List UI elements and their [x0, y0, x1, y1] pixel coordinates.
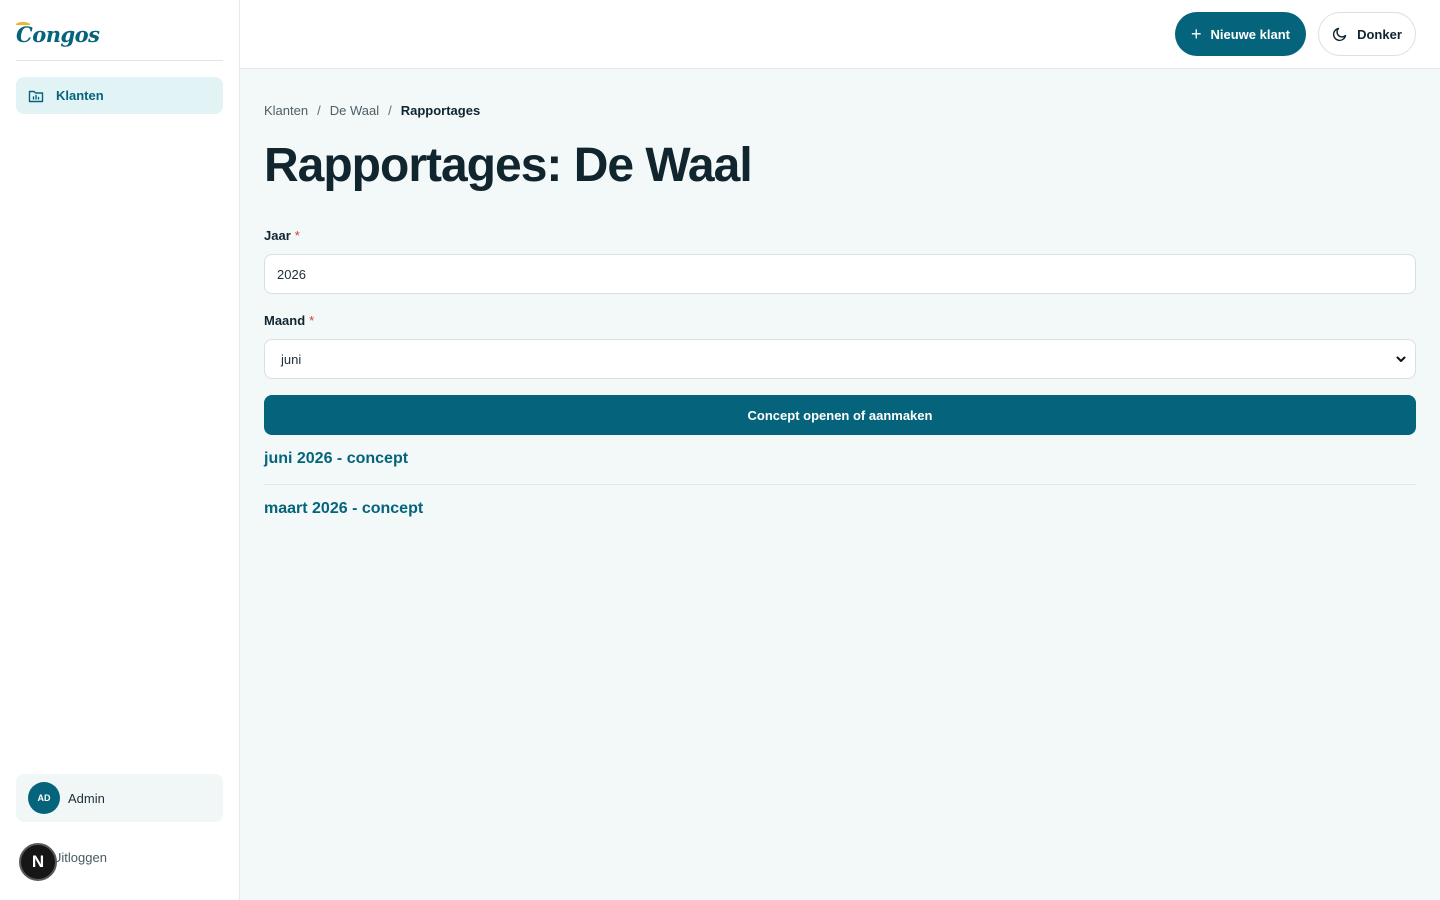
year-label: Jaar * [264, 228, 300, 243]
sidebar-item-klanten[interactable]: Klanten [16, 77, 223, 114]
year-input-value: 2026 [277, 266, 306, 282]
page-title: Rapportages: De Waal [264, 139, 753, 192]
plus-icon: + [1191, 24, 1202, 44]
sidebar-item-label: Klanten [56, 88, 104, 103]
year-input[interactable]: 2026 [264, 254, 1416, 294]
folder-chart-icon [28, 88, 44, 104]
breadcrumb-separator: / [388, 103, 392, 118]
year-label-text: Jaar [264, 228, 291, 243]
theme-toggle-label: Donker [1357, 26, 1402, 42]
month-label: Maand * [264, 313, 314, 328]
user-name: Admin [68, 790, 105, 806]
topbar: + Nieuwe klant Donker [240, 0, 1440, 69]
user-card[interactable]: AD Admin [16, 774, 223, 822]
open-or-create-concept-button[interactable]: Concept openen of aanmaken [264, 395, 1416, 435]
sidebar: Congos Klanten AD Admin Uitloggen N [0, 0, 240, 900]
new-client-button[interactable]: + Nieuwe klant [1175, 12, 1306, 56]
breadcrumb-de-waal[interactable]: De Waal [330, 103, 379, 118]
report-link[interactable]: maart 2026 - concept [264, 500, 423, 518]
divider [264, 484, 1416, 485]
logo-area: Congos [16, 20, 223, 61]
report-link[interactable]: juni 2026 - concept [264, 450, 408, 468]
avatar: AD [28, 782, 60, 814]
month-select-value: juni [281, 351, 302, 367]
new-client-label: Nieuwe klant [1210, 26, 1290, 42]
required-marker: * [309, 313, 315, 328]
chevron-down-icon [1395, 353, 1407, 365]
month-select[interactable]: juni [264, 339, 1416, 379]
breadcrumb-separator: / [317, 103, 321, 118]
breadcrumb-current: Rapportages [400, 103, 481, 118]
logo[interactable]: Congos [16, 22, 100, 47]
nextjs-dev-badge[interactable]: N [19, 843, 57, 881]
n-logo-icon: N [31, 852, 45, 871]
required-marker: * [294, 228, 300, 243]
theme-toggle-button[interactable]: Donker [1318, 12, 1416, 56]
logout-button[interactable]: Uitloggen [52, 850, 107, 865]
moon-icon [1332, 26, 1348, 42]
breadcrumb: Klanten / De Waal / Rapportages [264, 103, 480, 118]
month-label-text: Maand [264, 313, 306, 328]
breadcrumb-klanten[interactable]: Klanten [264, 103, 308, 118]
